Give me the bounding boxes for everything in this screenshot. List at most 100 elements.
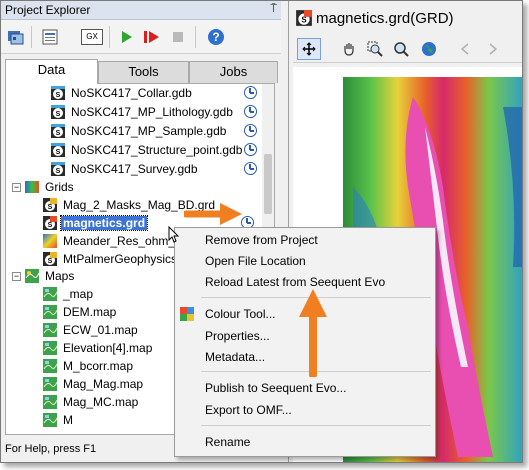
tree-item-label: Elevation[4].map <box>63 341 153 355</box>
clock-icon[interactable] <box>244 86 257 99</box>
annotation-arrow-up-icon <box>299 289 327 377</box>
tree-item-label: DEM.map <box>63 305 117 319</box>
map-icon <box>42 340 58 356</box>
document-title: magnetics.grd(GRD) <box>316 9 454 27</box>
tree-item-map[interactable]: ECW_01.map <box>42 321 140 339</box>
clock-icon[interactable] <box>244 143 257 156</box>
tree-item-label: MtPalmerGeophysics <box>63 252 178 266</box>
tree-item-grid[interactable]: S MtPalmerGeophysics <box>42 250 179 268</box>
map-icon <box>42 394 58 410</box>
project-explorer-toolbar: GX ? <box>1 20 281 54</box>
svg-text:S: S <box>56 149 61 156</box>
tree-group-label: Grids <box>45 180 74 194</box>
tree-item-label: M <box>63 413 73 427</box>
tree-item-database[interactable]: S NoSKC417_Collar.gdb <box>50 84 194 102</box>
tree-group-grids[interactable]: − Grids <box>12 178 76 196</box>
tree-item-label: ECW_01.map <box>63 323 138 337</box>
tree-item-grid[interactable]: Meander_Res_ohm_ <box>42 232 177 250</box>
tree-item-database[interactable]: S NoSKC417_MP_Sample.gdb <box>50 122 228 140</box>
status-text: For Help, press F1 <box>5 443 97 455</box>
tree-item-label: NoSKC417_Collar.gdb <box>71 86 192 100</box>
project-explorer-title-bar: Project Explorer ⍑ <box>1 1 281 20</box>
database-icon: S <box>50 104 66 120</box>
tree-item-map[interactable]: Mag_Mag.map <box>42 375 145 393</box>
open-project-icon[interactable] <box>5 26 27 48</box>
grid-image-icon <box>42 233 58 249</box>
tree-item-map[interactable]: M <box>42 411 75 429</box>
tree-item-database[interactable]: S NoSKC417_Survey.gdb <box>50 160 200 178</box>
help-icon[interactable]: ? <box>205 26 227 48</box>
tree-item-database[interactable]: S NoSKC417_Structure_point.gdb <box>50 141 244 159</box>
tree-item-map[interactable]: _map <box>42 285 95 303</box>
pin-icon[interactable]: ⍑ <box>270 3 277 16</box>
tree-item-grid-selected[interactable]: S magnetics.grd <box>42 214 149 232</box>
project-list-icon[interactable] <box>39 26 61 48</box>
menu-item-open-file-location[interactable]: Open File Location <box>205 252 306 270</box>
tree-item-map[interactable]: M_bcorr.map <box>42 357 135 375</box>
svg-text:S: S <box>56 168 61 175</box>
clock-icon[interactable] <box>244 105 257 118</box>
collapse-icon[interactable]: − <box>12 182 21 192</box>
database-icon: S <box>50 161 66 177</box>
grid-file-icon: S <box>42 251 58 267</box>
menu-item-export-to-omf[interactable]: Export to OMF... <box>205 401 292 419</box>
database-icon: S <box>50 85 66 101</box>
svg-text:S: S <box>56 92 61 99</box>
forward-icon[interactable] <box>481 38 505 60</box>
menu-item-rename[interactable]: Rename <box>205 433 250 451</box>
map-icon <box>42 304 58 320</box>
grids-folder-icon <box>24 179 40 195</box>
stop-icon[interactable] <box>167 26 189 48</box>
map-icon <box>42 412 58 428</box>
document-title-bar: S magnetics.grd(GRD) <box>295 9 454 27</box>
clock-icon[interactable] <box>244 162 257 175</box>
tab-jobs[interactable]: Jobs <box>189 61 278 83</box>
record-icon[interactable] <box>141 26 163 48</box>
menu-item-remove-from-project[interactable]: Remove from Project <box>205 231 318 249</box>
tab-data[interactable]: Data <box>5 59 98 84</box>
application-frame: Project Explorer ⍑ GX ? Data Tools Jobs … <box>0 0 523 463</box>
tree-item-label: magnetics.grd <box>59 215 149 231</box>
tree-item-database[interactable]: S NoSKC417_MP_Lithology.gdb <box>50 103 235 121</box>
tree-group-label: Maps <box>45 269 75 283</box>
colour-tool-icon <box>179 306 195 322</box>
gx-label: GX <box>81 29 103 45</box>
menu-item-colour-tool[interactable]: Colour Tool... <box>205 305 275 323</box>
tree-item-map[interactable]: Elevation[4].map <box>42 339 154 357</box>
tree-item-label: NoSKC417_MP_Sample.gdb <box>71 124 227 138</box>
pan-icon[interactable] <box>337 38 361 60</box>
menu-item-properties[interactable]: Properties... <box>205 327 270 345</box>
project-explorer-title: Project Explorer <box>5 3 91 17</box>
tree-item-label: NoSKC417_MP_Lithology.gdb <box>71 105 233 119</box>
globe-icon[interactable] <box>417 38 441 60</box>
svg-text:S: S <box>56 130 61 137</box>
tree-item-map[interactable]: Mag_MC.map <box>42 393 140 411</box>
scrollbar-thumb[interactable] <box>264 154 272 214</box>
back-icon[interactable] <box>453 38 477 60</box>
tree-group-maps[interactable]: − Maps <box>12 267 76 285</box>
zoom-box-icon[interactable] <box>363 38 387 60</box>
run-icon[interactable] <box>115 26 137 48</box>
database-icon: S <box>50 142 66 158</box>
menu-separator <box>201 425 431 426</box>
explorer-tabs: Data Tools Jobs <box>5 59 278 84</box>
tree-item-label: _map <box>63 287 94 301</box>
annotation-arrow-right-icon <box>184 203 242 225</box>
gx-icon[interactable]: GX <box>79 26 105 48</box>
menu-item-publish-to-evo[interactable]: Publish to Seequent Evo... <box>205 379 346 397</box>
tab-tools[interactable]: Tools <box>98 61 189 83</box>
grid-file-icon: S <box>42 215 58 231</box>
maps-folder-icon <box>24 268 40 284</box>
collapse-icon[interactable]: − <box>12 271 21 281</box>
clock-icon[interactable] <box>244 124 257 137</box>
svg-text:S: S <box>48 222 53 229</box>
select-icon[interactable] <box>297 38 321 60</box>
zoom-icon[interactable] <box>389 38 413 60</box>
tree-item-label: Mag_MC.map <box>63 395 139 409</box>
tree-item-label: M_bcorr.map <box>63 359 134 373</box>
tree-item-label: Mag_Mag.map <box>63 377 144 391</box>
map-icon <box>42 322 58 338</box>
menu-item-metadata[interactable]: Metadata... <box>205 348 265 366</box>
database-icon: S <box>50 123 66 139</box>
tree-item-map[interactable]: DEM.map <box>42 303 118 321</box>
